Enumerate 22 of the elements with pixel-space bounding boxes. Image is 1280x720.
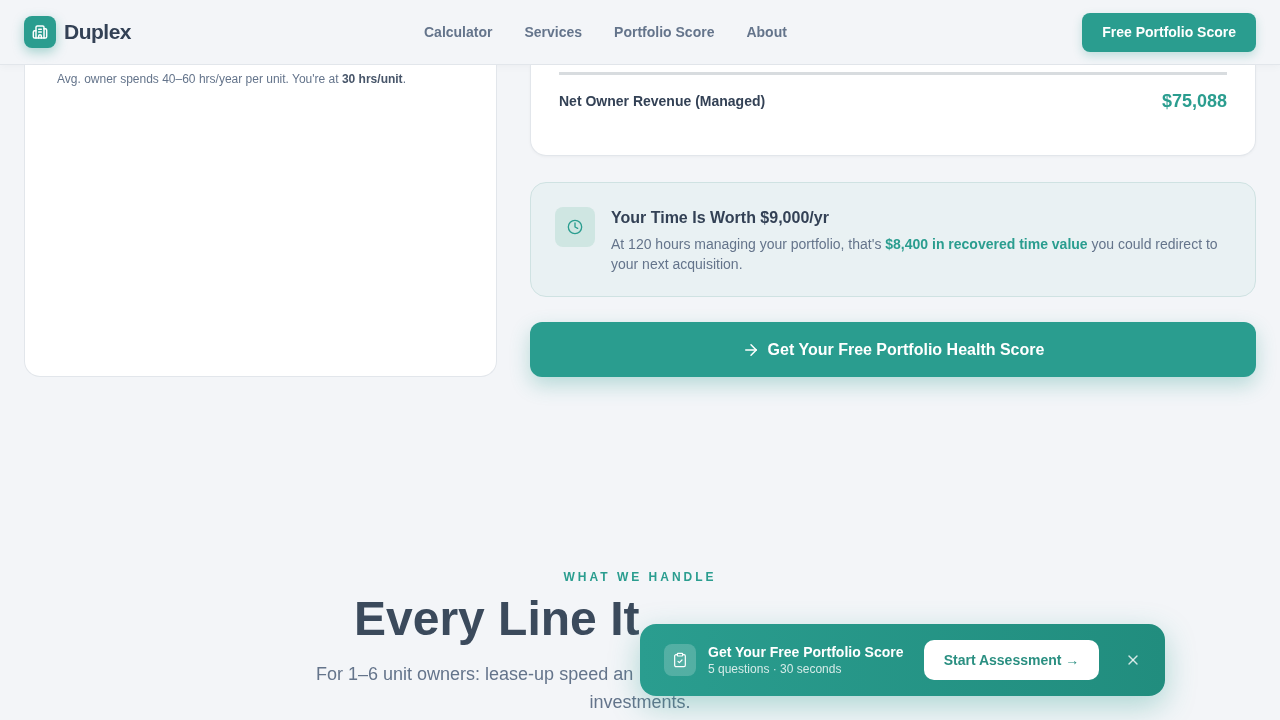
nav-link[interactable]: Calculator bbox=[424, 21, 493, 43]
building-logo-icon[interactable] bbox=[24, 16, 56, 48]
section-subtitle: investments. bbox=[589, 691, 691, 714]
section-eyebrow: WHAT WE HANDLE bbox=[563, 569, 717, 585]
toast-title: Get Your Free Portfolio Score bbox=[708, 643, 904, 661]
nav-link[interactable]: About bbox=[746, 21, 787, 43]
free-score-button[interactable]: Free Portfolio Score bbox=[1082, 12, 1256, 52]
insight-text: At 120 hours managing your portfolio, that's $8,400 in recovered time value you could redirect to your next acquisition. bbox=[611, 235, 1219, 274]
health-score-button[interactable]: Get Your Free Portfolio Health Score bbox=[530, 322, 1256, 377]
section-heading: Every Line It bbox=[354, 595, 640, 643]
nav-link[interactable]: Portfolio Score bbox=[614, 21, 715, 43]
nav-link[interactable]: Services bbox=[524, 21, 583, 43]
time-note: Avg. owner spends 40–60 hrs/year per unit. You're at 30 hrs/unit. bbox=[57, 71, 407, 87]
clock-icon bbox=[555, 207, 595, 247]
insight-title: Your Time Is Worth $9,000/yr bbox=[611, 208, 830, 228]
toast-subtitle: 5 questions · 30 seconds bbox=[708, 661, 843, 677]
start-assessment-button[interactable]: Start Assessment → bbox=[924, 640, 1099, 680]
net-revenue-label: Net Owner Revenue (Managed) bbox=[559, 91, 766, 111]
brand-name[interactable]: Duplex bbox=[64, 16, 131, 48]
clipboard-check-icon bbox=[664, 644, 696, 676]
net-revenue-value: $75,088 bbox=[1161, 89, 1227, 113]
section-subtitle: For 1–6 unit owners: lease-up speed an bbox=[316, 663, 634, 686]
